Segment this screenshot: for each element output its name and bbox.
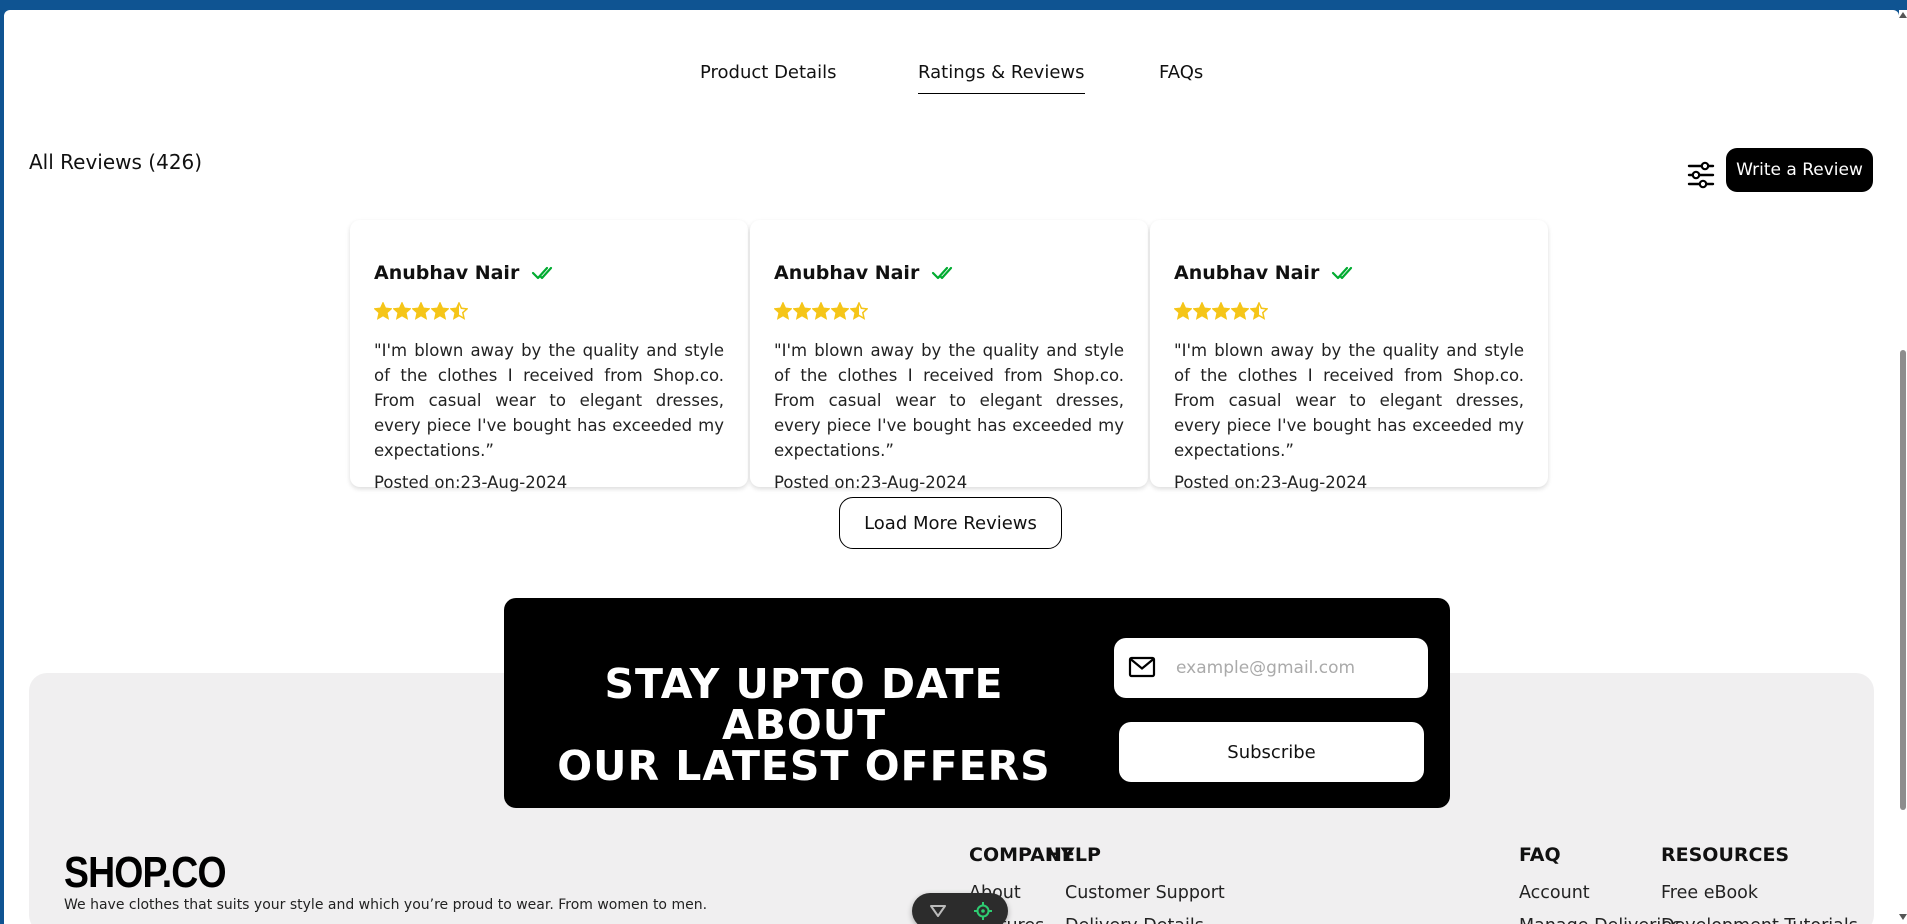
newsletter-title: STAY UPTO DATE ABOUT OUR LATEST OFFERS [557, 660, 1051, 790]
reviewer-name: Anubhav Nair [1174, 262, 1320, 284]
all-reviews-heading: All Reviews (426) [29, 150, 203, 174]
star-full-icon [393, 302, 411, 320]
star-full-icon [1193, 302, 1211, 320]
star-full-icon [774, 302, 792, 320]
scroll-up-arrow-icon[interactable] [1899, 12, 1907, 18]
star-full-icon [793, 302, 811, 320]
footer-heading-resources: RESOURCES [1661, 844, 1790, 866]
scrollbar-thumb[interactable] [1900, 350, 1906, 810]
review-cards: Anubhav Nair "I'm blown away by the qual… [350, 220, 1550, 500]
email-input[interactable] [1176, 650, 1416, 686]
write-review-button[interactable]: Write a Review [1726, 148, 1873, 192]
verified-check-icon [1332, 266, 1353, 280]
star-rating [774, 302, 1124, 324]
product-tabs: Product Details Ratings & Reviews FAQs [4, 62, 1899, 102]
star-half-icon [850, 302, 868, 320]
star-half-icon [450, 302, 468, 320]
filter-button[interactable] [1684, 158, 1718, 192]
footer-link-development-tutorials[interactable]: Development Tutorials [1661, 916, 1858, 924]
footer-link-account[interactable]: Account [1519, 883, 1590, 903]
tab-product-details[interactable]: Product Details [700, 62, 836, 93]
review-text: "I'm blown away by the quality and style… [374, 341, 724, 460]
sliders-icon [1687, 161, 1715, 189]
scroll-down-arrow-icon[interactable] [1899, 914, 1907, 920]
star-full-icon [412, 302, 430, 320]
star-full-icon [1212, 302, 1230, 320]
footer-link-customer-support[interactable]: Customer Support [1065, 883, 1225, 903]
subscribe-button[interactable]: Subscribe [1119, 722, 1424, 782]
tab-ratings-reviews[interactable]: Ratings & Reviews [918, 62, 1085, 94]
footer-tagline: We have clothes that suits your style an… [64, 897, 708, 913]
reviewer-name: Anubhav Nair [374, 262, 520, 284]
star-rating [1174, 302, 1524, 324]
footer-link-manage-deliveries[interactable]: Manage Deliveries [1519, 916, 1681, 924]
floating-toolbar[interactable] [912, 893, 1008, 924]
star-full-icon [374, 302, 392, 320]
star-full-icon [431, 302, 449, 320]
load-more-reviews-button[interactable]: Load More Reviews [839, 497, 1062, 549]
crosshair-icon[interactable] [974, 902, 992, 920]
reviewer-name: Anubhav Nair [774, 262, 920, 284]
star-full-icon [1174, 302, 1192, 320]
footer-heading-faq: FAQ [1519, 844, 1561, 866]
review-text: "I'm blown away by the quality and style… [774, 341, 1124, 460]
star-full-icon [1231, 302, 1249, 320]
email-field[interactable] [1114, 638, 1428, 698]
review-text: "I'm blown away by the quality and style… [1174, 341, 1524, 460]
posted-date: Posted on:23-Aug-2024 [774, 473, 968, 492]
verified-check-icon [932, 266, 953, 280]
page-content: Product Details Ratings & Reviews FAQs A… [4, 10, 1899, 924]
review-card: Anubhav Nair "I'm blown away by the qual… [750, 220, 1148, 492]
envelope-icon [1128, 656, 1156, 678]
footer-link-delivery-details[interactable]: Delivery Details [1065, 916, 1204, 924]
verified-check-icon [532, 266, 553, 280]
footer-logo: SHOP.CO [64, 848, 227, 897]
footer-link-free-ebook[interactable]: Free eBook [1661, 883, 1758, 903]
newsletter-banner: STAY UPTO DATE ABOUT OUR LATEST OFFERS S… [504, 598, 1450, 808]
vertical-scrollbar[interactable] [1899, 10, 1907, 924]
review-card: Anubhav Nair "I'm blown away by the qual… [350, 220, 748, 492]
posted-date: Posted on:23-Aug-2024 [374, 473, 568, 492]
chevron-down-icon[interactable] [930, 905, 946, 917]
tab-faqs[interactable]: FAQs [1159, 62, 1203, 93]
footer-heading-help: HELP [1046, 844, 1101, 866]
star-full-icon [831, 302, 849, 320]
star-half-icon [1250, 302, 1268, 320]
review-card: Anubhav Nair "I'm blown away by the qual… [1150, 220, 1548, 492]
posted-date: Posted on:23-Aug-2024 [1174, 473, 1368, 492]
star-full-icon [812, 302, 830, 320]
star-rating [374, 302, 724, 324]
browser-top-strip [0, 0, 1907, 10]
